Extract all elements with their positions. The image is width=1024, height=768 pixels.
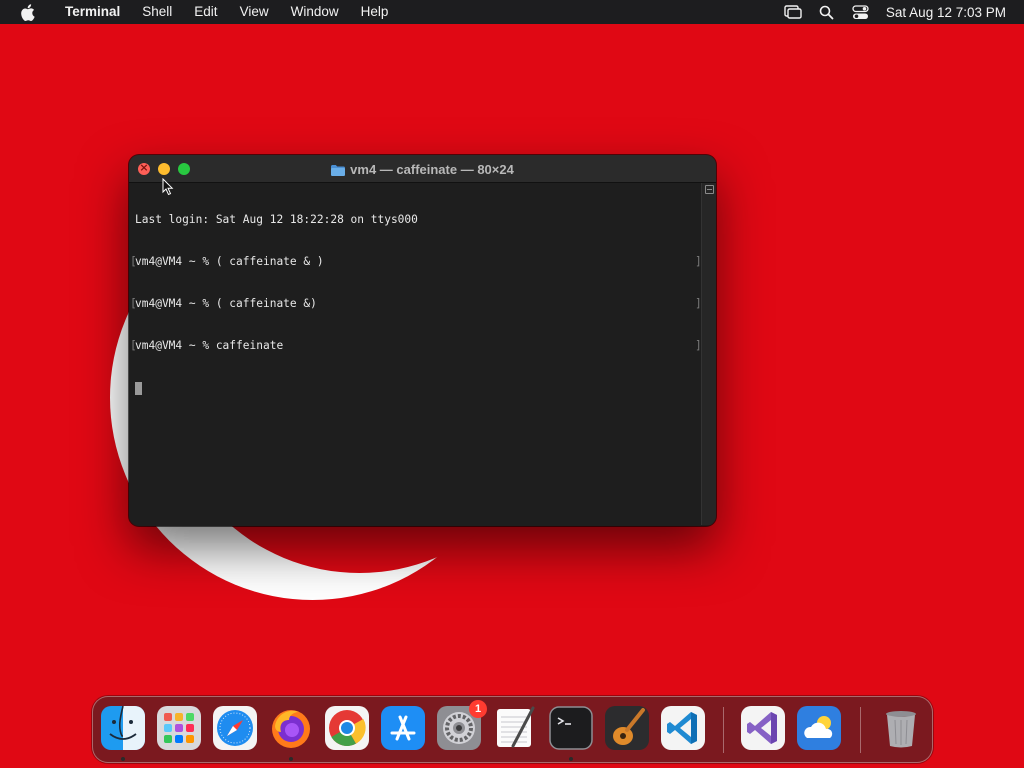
dock-terminal-icon[interactable] — [549, 706, 593, 750]
running-indicator — [289, 757, 293, 761]
dock-trash-icon[interactable] — [879, 706, 923, 750]
menu-shell[interactable]: Shell — [131, 0, 183, 24]
apple-menu-icon[interactable] — [0, 3, 54, 21]
menu-app-terminal[interactable]: Terminal — [54, 0, 131, 24]
terminal-line: [vm4@VM4 ~ % ( caffeinate &)] — [130, 297, 702, 311]
dock-separator — [723, 707, 724, 753]
dock-app-store-icon[interactable] — [381, 706, 425, 750]
terminal-titlebar[interactable]: vm4 — caffeinate — 80×24 — [129, 155, 716, 183]
dock-system-settings-icon[interactable]: 1 — [437, 700, 487, 750]
window-controls — [138, 161, 190, 175]
menu-window[interactable]: Window — [280, 0, 350, 24]
terminal-output[interactable]: Last login: Sat Aug 12 18:22:28 on ttys0… — [130, 185, 702, 423]
menu-view[interactable]: View — [229, 0, 280, 24]
menu-bar: Terminal Shell Edit View Window Help Sat… — [0, 0, 1024, 24]
minimize-button[interactable] — [158, 162, 170, 175]
terminal-line-text: vm4@VM4 ~ % ( caffeinate & ) — [135, 255, 324, 268]
close-button[interactable] — [138, 161, 150, 175]
dock-garageband-icon[interactable] — [605, 706, 649, 750]
dock-separator — [860, 707, 861, 753]
dock-weather-icon[interactable] — [797, 706, 841, 750]
menubar-clock[interactable]: Sat Aug 12 7:03 PM — [886, 5, 1006, 20]
terminal-line-text: Last login: Sat Aug 12 18:22:28 on ttys0… — [135, 213, 418, 226]
terminal-line: [vm4@VM4 ~ % ( caffeinate & )] — [130, 255, 702, 269]
running-indicator — [569, 757, 573, 761]
spotlight-search-icon[interactable] — [810, 0, 844, 24]
dock-textedit-icon[interactable] — [493, 706, 537, 750]
mark-bracket-left: [ — [130, 339, 137, 352]
notification-badge: 1 — [469, 700, 487, 718]
terminal-line: Last login: Sat Aug 12 18:22:28 on ttys0… — [135, 213, 696, 227]
screen-mirroring-icon[interactable] — [776, 0, 810, 24]
terminal-line: [vm4@VM4 ~ % caffeinate] — [130, 339, 702, 353]
terminal-line-text: vm4@VM4 ~ % ( caffeinate &) — [135, 297, 317, 310]
mouse-pointer-icon — [162, 178, 174, 196]
control-center-icon[interactable] — [844, 0, 878, 24]
split-pane-icon[interactable] — [705, 185, 714, 194]
terminal-line-text: vm4@VM4 ~ % caffeinate — [135, 339, 284, 352]
terminal-window: vm4 — caffeinate — 80×24 Last login: Sat… — [129, 155, 716, 526]
dock-vscode-icon[interactable] — [661, 706, 705, 750]
window-title: vm4 — caffeinate — 80×24 — [129, 155, 716, 183]
window-title-text: vm4 — caffeinate — 80×24 — [350, 161, 514, 177]
text-cursor — [135, 382, 142, 395]
menu-help[interactable]: Help — [350, 0, 400, 24]
dock-firefox-icon[interactable] — [269, 706, 313, 750]
running-indicator — [121, 757, 125, 761]
zoom-button[interactable] — [178, 162, 190, 175]
menubar-status-area: Sat Aug 12 7:03 PM — [776, 0, 1024, 24]
dock: 1 — [92, 696, 933, 763]
dock-safari-icon[interactable] — [213, 706, 257, 750]
dock-launchpad-icon[interactable] — [157, 706, 201, 750]
dock-visual-studio-icon[interactable] — [741, 706, 785, 750]
menu-edit[interactable]: Edit — [183, 0, 228, 24]
terminal-cursor-line — [135, 381, 696, 395]
dock-finder-icon[interactable] — [101, 706, 145, 750]
terminal-scrollbar[interactable] — [701, 183, 716, 525]
terminal-content-area[interactable]: Last login: Sat Aug 12 18:22:28 on ttys0… — [129, 183, 716, 525]
mark-bracket-left: [ — [130, 297, 137, 310]
folder-icon — [331, 164, 346, 176]
dock-chrome-icon[interactable] — [325, 706, 369, 750]
mark-bracket-left: [ — [130, 255, 137, 268]
